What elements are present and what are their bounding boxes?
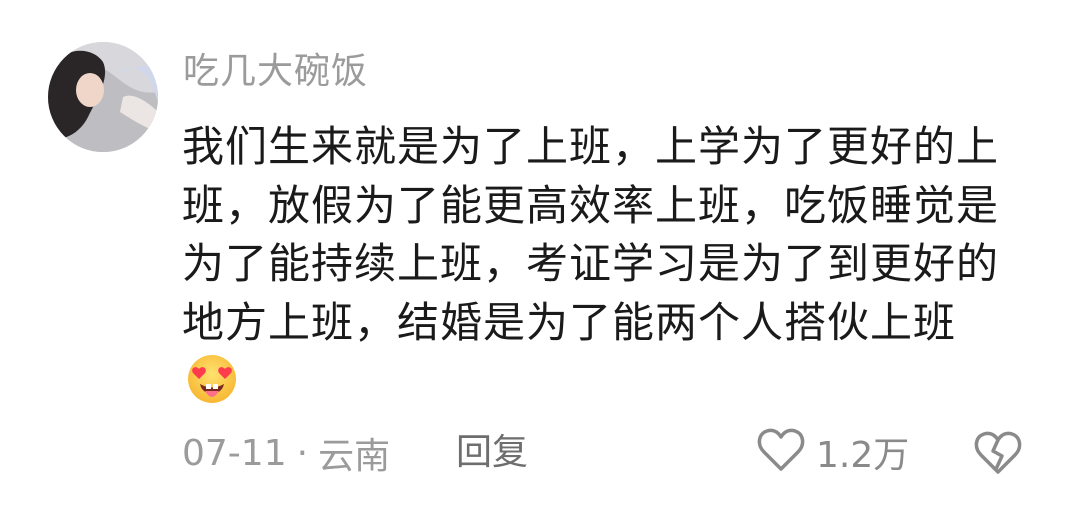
avatar[interactable] <box>48 42 158 152</box>
dislike-button[interactable] <box>973 427 1023 477</box>
like-count: 1.2万 <box>816 435 910 476</box>
like-button[interactable]: 1.2万 <box>756 426 909 478</box>
comment-body: 我们生来就是为了上班，上学为了更好的上班，放假为了能更高效率上班，吃饭睡觉是为了… <box>182 122 1000 347</box>
comment-date: 07-11 <box>182 432 287 474</box>
broken-heart-icon <box>973 431 1023 481</box>
heart-outline-icon <box>756 427 806 477</box>
comment-meta: 07-11 · 云南 <box>182 428 390 478</box>
comment-text: 我们生来就是为了上班，上学为了更好的上班，放假为了能更高效率上班，吃饭睡觉是为了… <box>182 118 1002 411</box>
username[interactable]: 吃几大碗饭 <box>183 48 368 96</box>
comment-card: 吃几大碗饭 我们生来就是为了上班，上学为了更好的上班，放假为了能更高效率上班，吃… <box>0 0 1080 514</box>
heart-eyes-emoji-icon <box>186 353 238 405</box>
meta-separator: · <box>296 432 309 474</box>
reply-button[interactable]: 回复 <box>456 428 528 478</box>
comment-location: 云南 <box>318 436 391 477</box>
